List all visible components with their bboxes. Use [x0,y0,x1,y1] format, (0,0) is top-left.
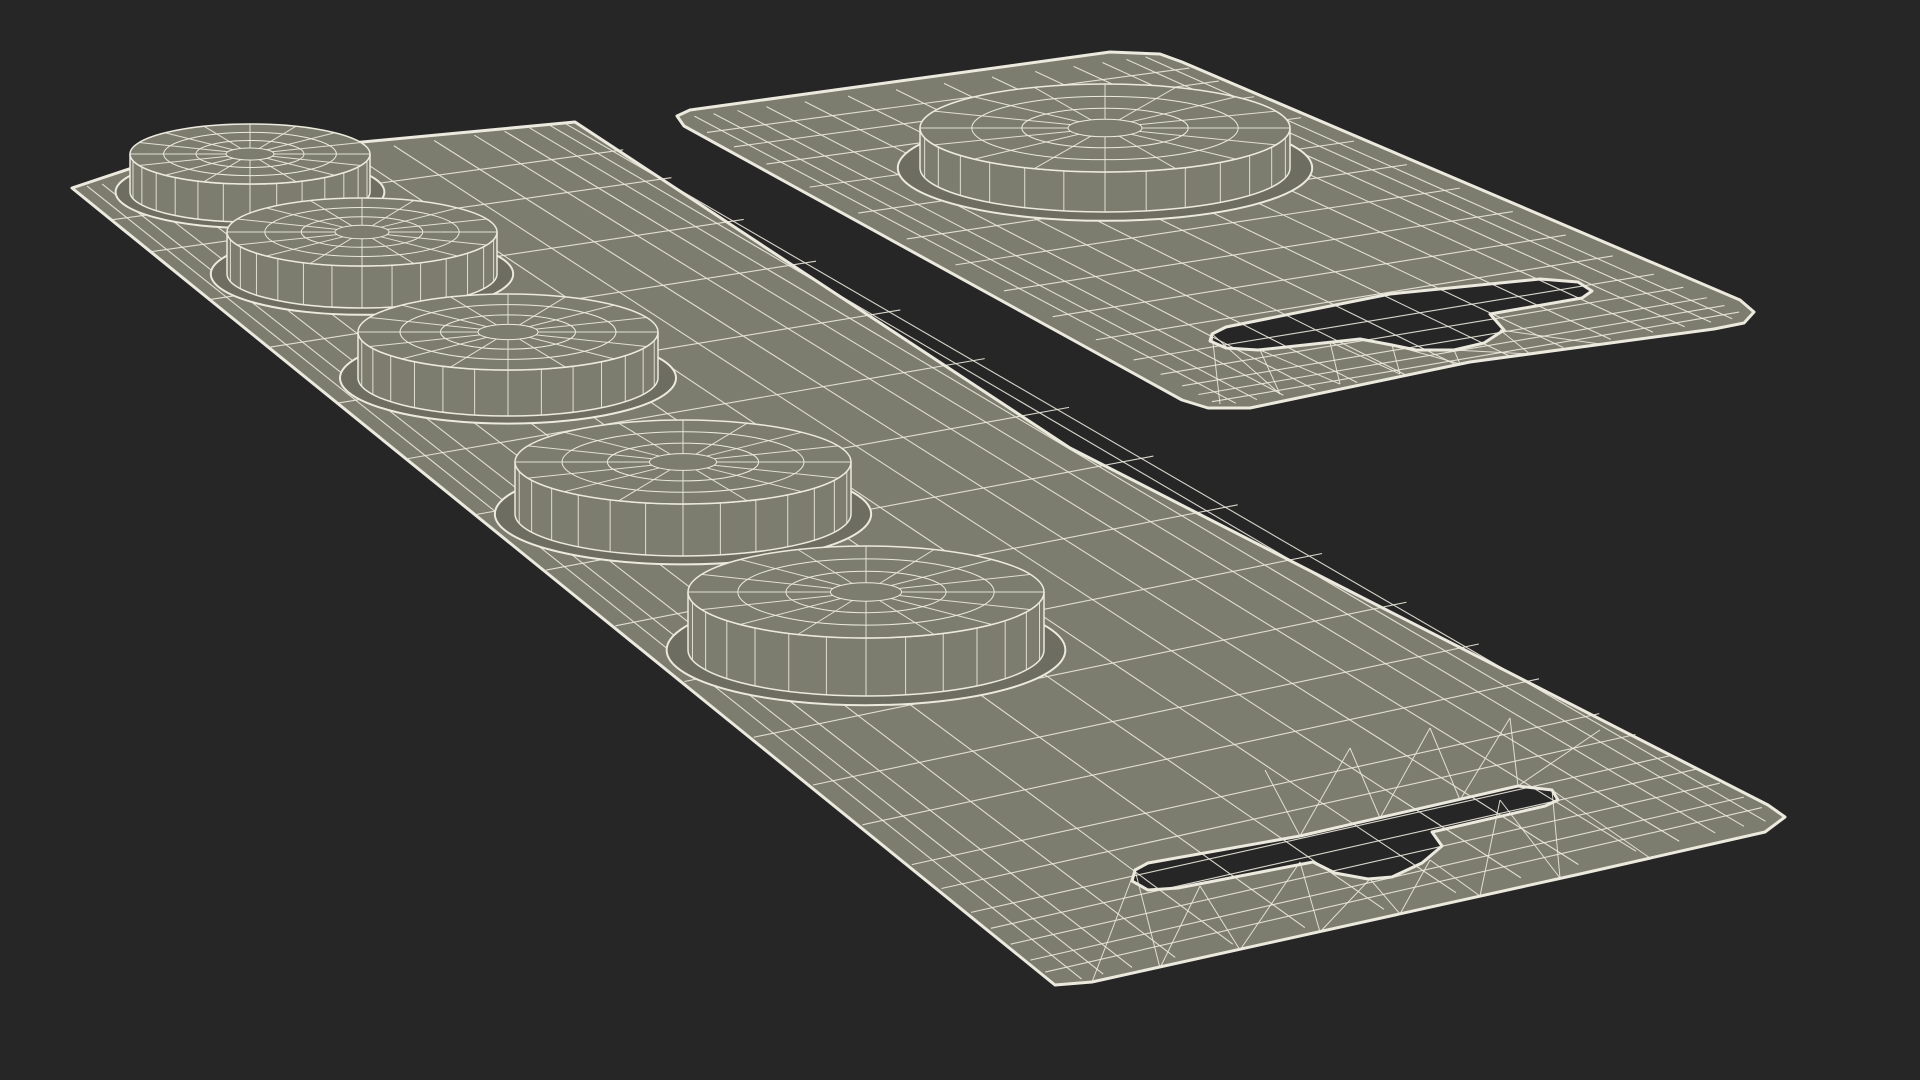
blister-cavity-3 [339,293,677,425]
wireframe-render-viewport [0,0,1920,1080]
blister-cavity-4 [493,419,873,566]
blister-cavity-main [896,83,1314,222]
blister-cavity-5 [665,545,1067,707]
blister-cavity-single [896,83,1314,222]
